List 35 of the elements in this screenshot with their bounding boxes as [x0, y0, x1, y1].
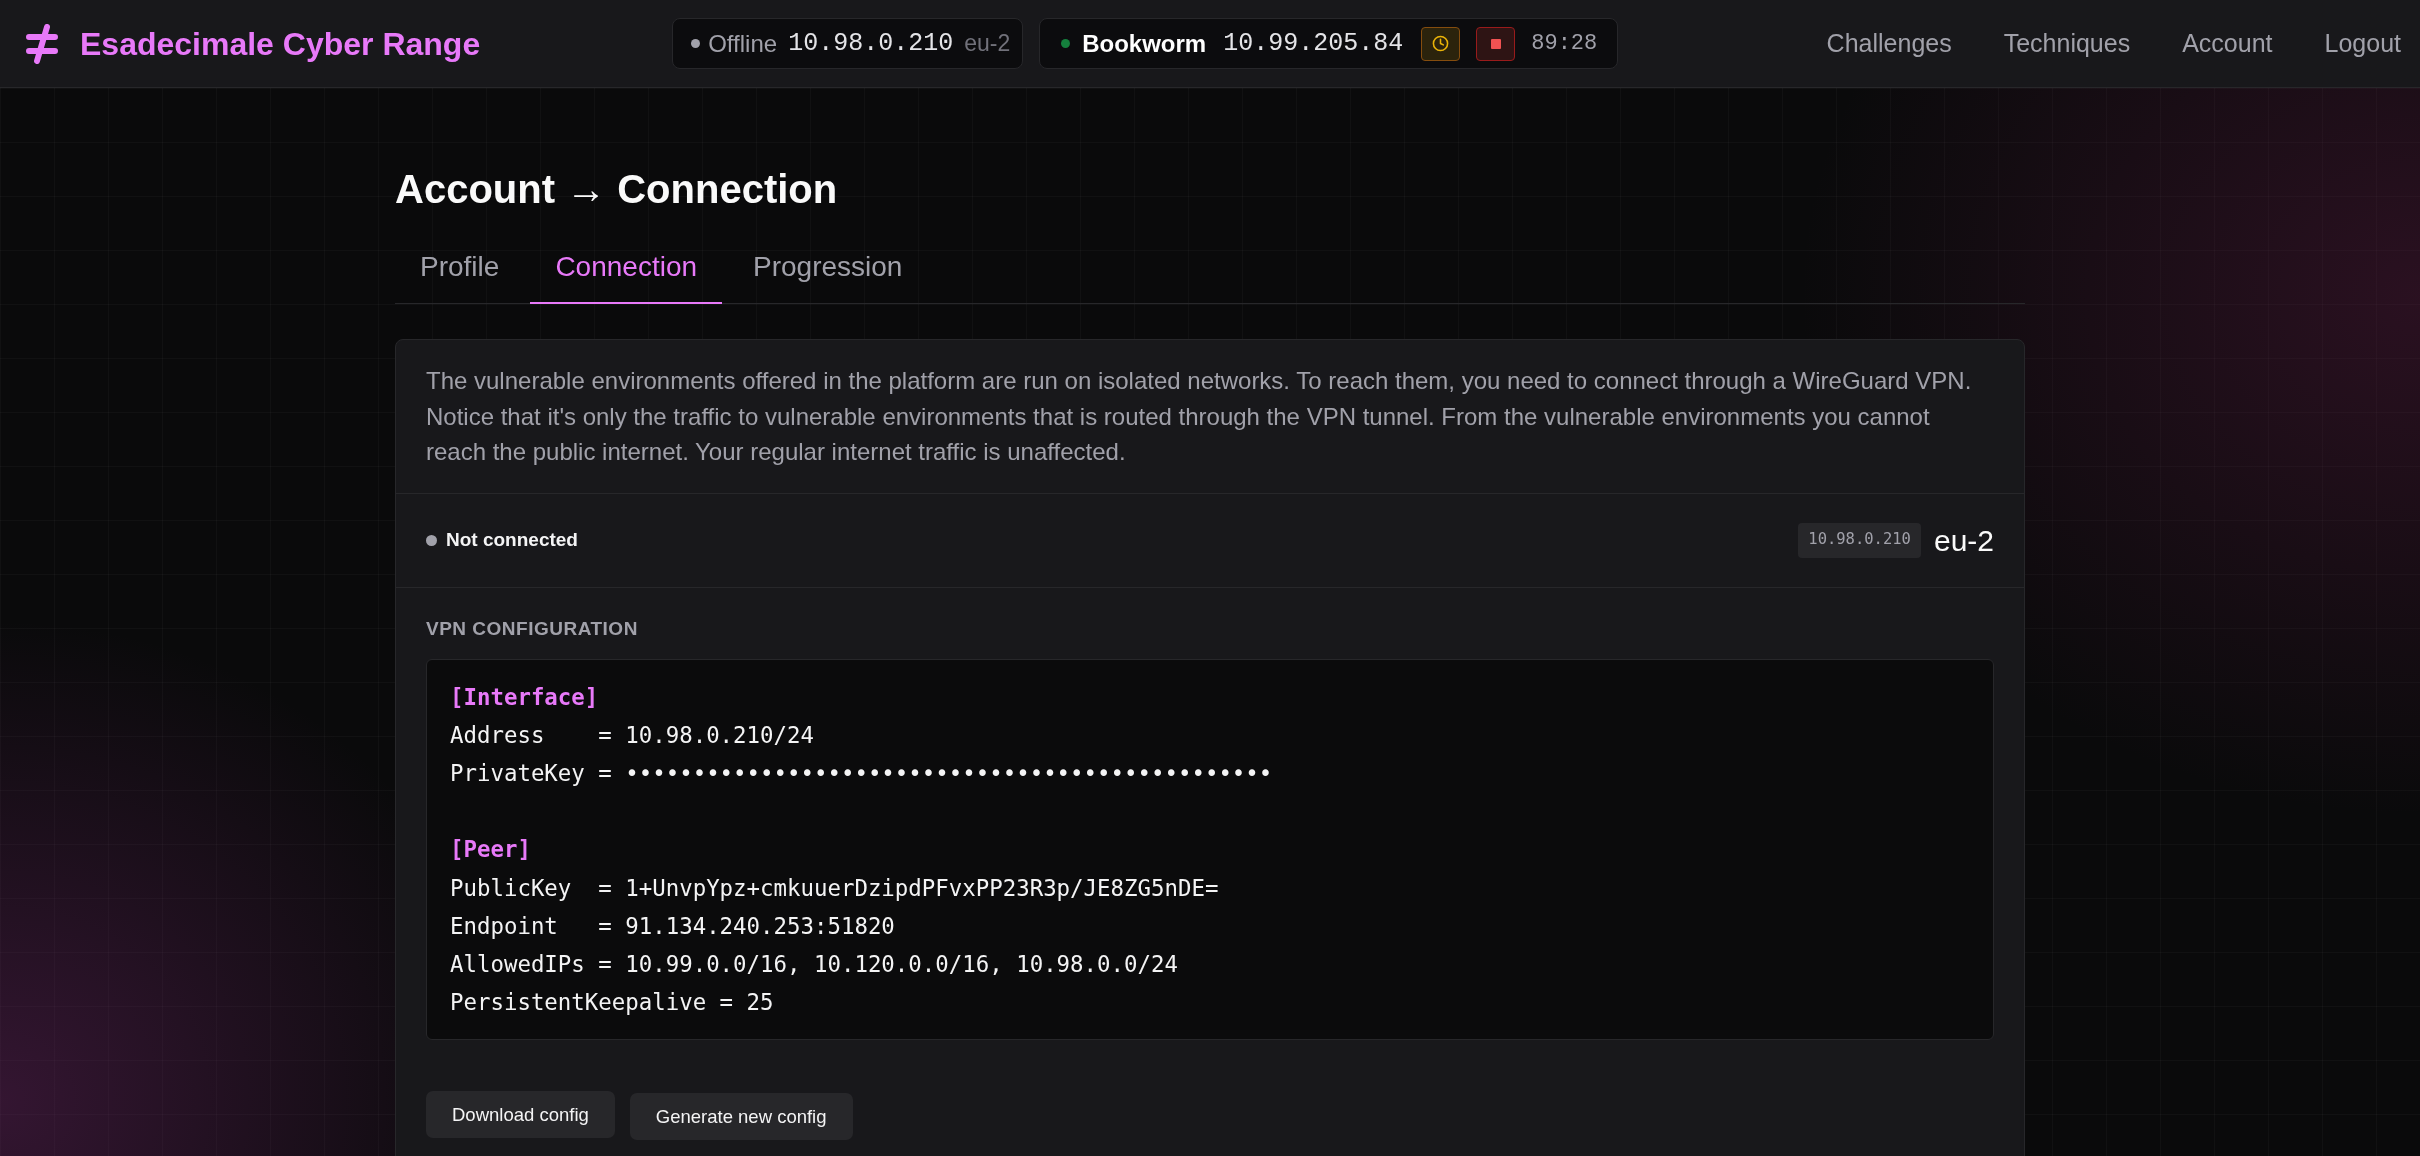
region-label: eu-2 — [964, 29, 1011, 59]
machine-name: Bookworm — [1082, 28, 1207, 59]
page-title: Account → Connection — [395, 166, 839, 213]
site-title[interactable]: Esadecimale Cyber Range — [80, 19, 481, 68]
ip-address: 10.98.0.210 — [788, 27, 954, 60]
tab[interactable]: Progression — [728, 231, 928, 304]
session-timer: 89:28 — [1531, 30, 1598, 58]
intro-text: The vulnerable environments offered in the platform are run on isolated networks. To reach them, you need to connect through a WireGuard VPN. Notice that it's only the traffic to vulnerable environments that is routed through the VPN tunnel. From the vulnerable environments you cannot reach the public internet. Your regular internet traffic is unaffected. — [426, 366, 1973, 467]
clock-button[interactable] — [1421, 26, 1461, 61]
ip-address: 10.99.205.84 — [1223, 27, 1404, 60]
config-line: Address = 10.98.0.210/24 — [450, 720, 814, 750]
tab[interactable]: Profile — [395, 231, 525, 304]
config-line: AllowedIPs = 10.99.0.0/16, 10.120.0.0/16, 10.98.0.0/24 — [450, 949, 1178, 979]
not-equal-icon — [26, 23, 58, 64]
connection-status: Not connected — [446, 527, 578, 552]
config-button[interactable]: Generate new config — [629, 1093, 853, 1141]
stop-icon — [1490, 38, 1501, 49]
nav-link[interactable]: Logout — [2324, 24, 2401, 63]
config-section-header: [Interface] — [450, 682, 599, 712]
ip-address-tag: 10.98.0.210 — [1798, 522, 1921, 558]
config-line: PrivateKey = •••••••••••••••••••••••••••••••••••••••••••••••• — [450, 758, 1273, 788]
nav-link[interactable]: Techniques — [2003, 24, 2131, 63]
stop-button[interactable] — [1476, 26, 1516, 61]
region-label: eu-2 — [1933, 522, 1994, 559]
section-heading: VPN CONFIGURATION — [426, 616, 639, 641]
nav-link[interactable]: Account — [2182, 24, 2273, 63]
config-line: PublicKey = 1+UnvpYpz+cmkuuerDzipdPFvxPP23R3p/JE8ZG5nDE= — [450, 873, 1219, 903]
config-line: PersistentKeepalive = 25 — [450, 988, 774, 1018]
config-line: Endpoint = 91.134.240.253:51820 — [450, 911, 895, 941]
config-button[interactable]: Download config — [426, 1091, 615, 1139]
clock-icon — [1432, 35, 1450, 52]
nav-link[interactable]: Challenges — [1826, 24, 1952, 63]
config-section-header: [Peer] — [450, 835, 531, 865]
connection-status: Offline — [708, 28, 778, 59]
tab[interactable]: Connection — [530, 231, 723, 304]
